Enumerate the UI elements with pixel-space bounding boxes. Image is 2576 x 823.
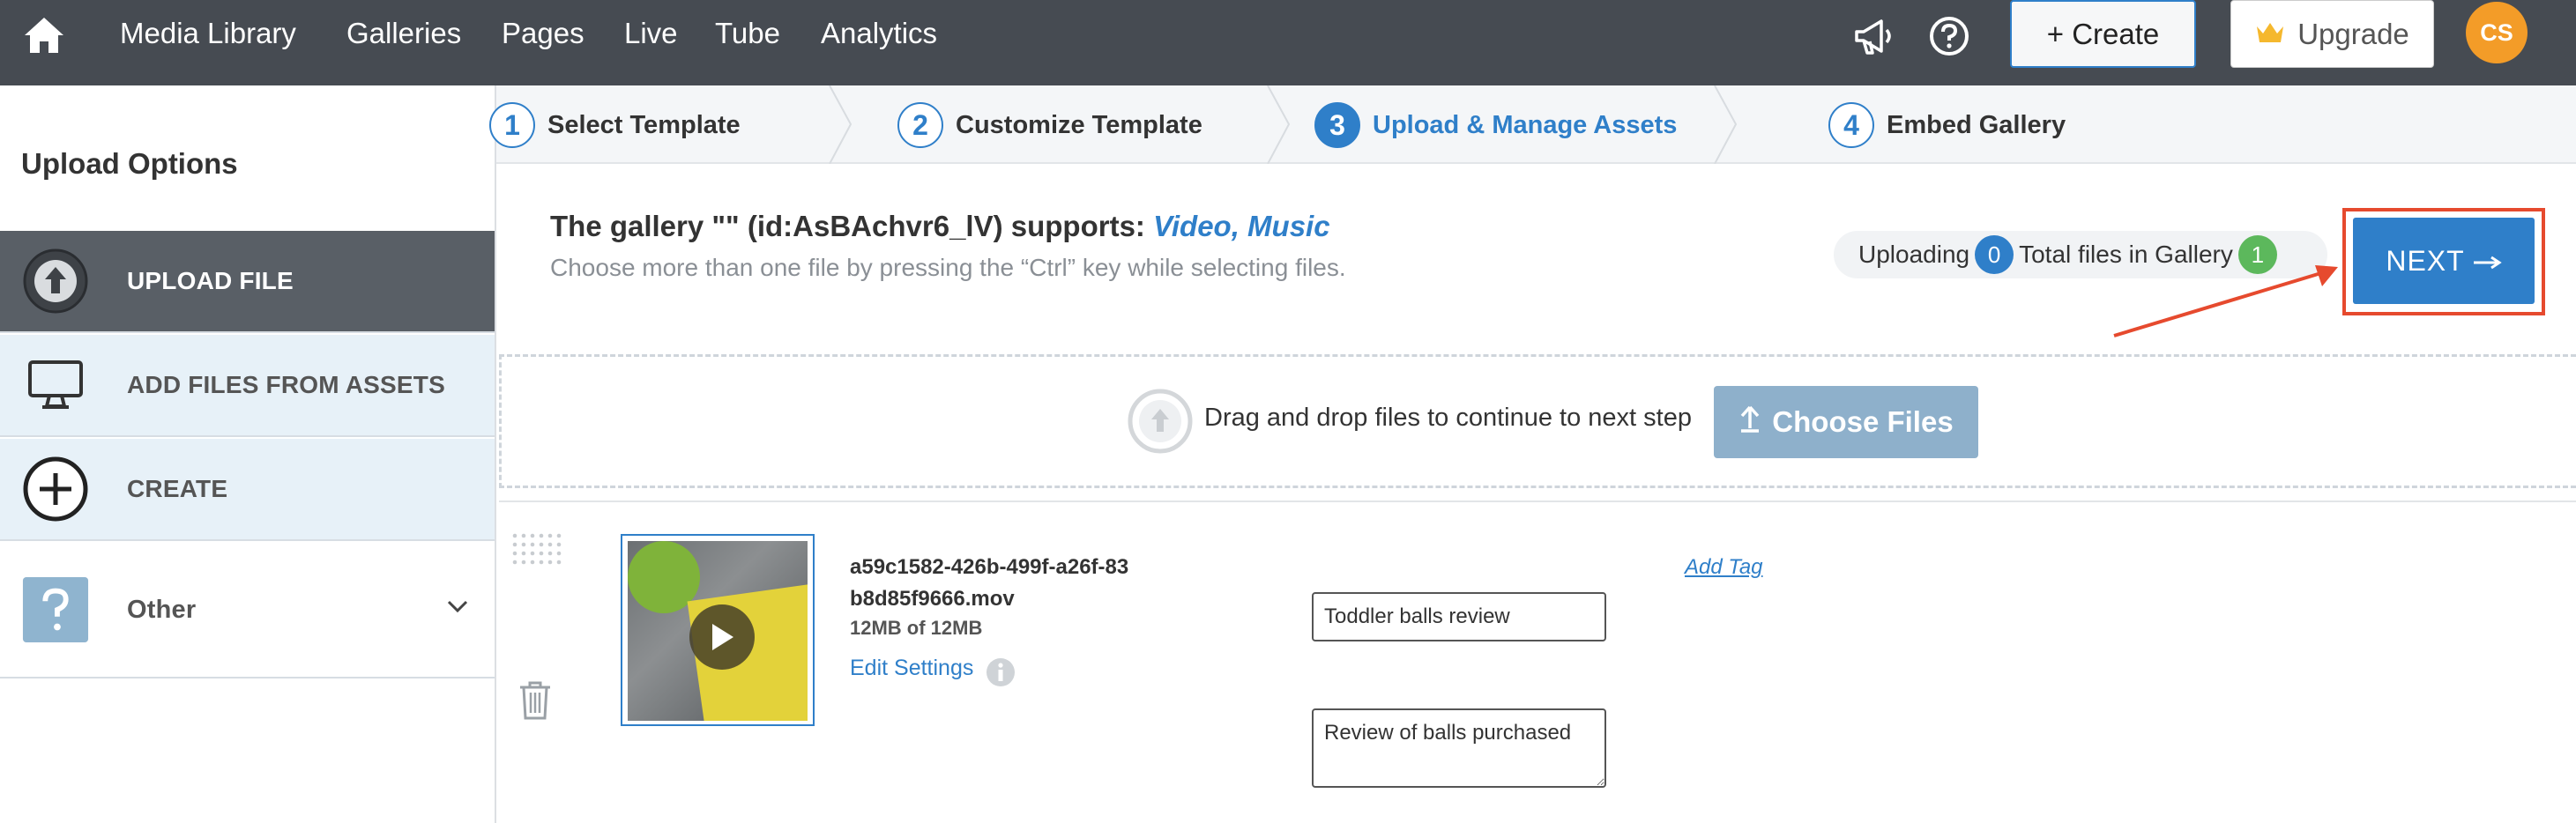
dropzone-text: Drag and drop files to continue to next …	[1204, 404, 1692, 432]
info-icon[interactable]	[986, 657, 1016, 692]
upgrade-button-label: Upgrade	[2297, 17, 2409, 50]
step-number: 3	[1314, 102, 1360, 148]
user-avatar[interactable]: CS	[2466, 2, 2528, 63]
file-title-input[interactable]	[1312, 592, 1606, 641]
sidebar-item-label: CREATE	[127, 475, 228, 502]
drag-handle-icon[interactable]	[511, 532, 566, 579]
nav-media-library[interactable]: Media Library	[120, 16, 296, 51]
upgrade-button[interactable]: Upgrade	[2230, 0, 2434, 68]
sidebar-item-label: UPLOAD FILE	[127, 267, 294, 294]
sidebar-item-other[interactable]: Other	[0, 543, 495, 678]
nav-live[interactable]: Live	[624, 16, 678, 51]
help-icon[interactable]	[1927, 14, 1971, 58]
file-name: a59c1582-426b-499f-a26f-83b8d85f9666.mov	[850, 555, 1129, 611]
supported-types: Video, Music	[1153, 210, 1330, 242]
step-select-template[interactable]: 1 Select Template	[489, 100, 741, 150]
uploading-count-badge: 0	[1975, 235, 2014, 274]
megaphone-icon[interactable]	[1851, 14, 1895, 58]
create-button[interactable]: + Create	[2010, 0, 2196, 68]
nav-pages[interactable]: Pages	[502, 16, 584, 51]
gallery-heading: The gallery "" (id:AsBAchvr6_lV) support…	[550, 210, 1330, 243]
step-number: 2	[897, 102, 943, 148]
next-button-label: NEXT	[2386, 244, 2465, 277]
step-divider	[1714, 85, 1738, 164]
sidebar-item-create[interactable]: CREATE	[0, 439, 495, 541]
choose-files-button[interactable]: Choose Files	[1714, 386, 1978, 458]
trash-icon[interactable]	[518, 680, 552, 725]
step-customize-template[interactable]: 2 Customize Template	[897, 100, 1202, 150]
wizard-steps: 1 Select Template 2 Customize Template 3…	[489, 85, 2576, 164]
step-upload-manage-assets[interactable]: 3 Upload & Manage Assets	[1314, 100, 1677, 150]
arrow-right-icon	[2472, 245, 2502, 278]
step-label: Select Template	[547, 110, 741, 139]
step-number: 4	[1828, 102, 1874, 148]
play-icon[interactable]	[689, 604, 755, 670]
sidebar-item-add-files-from-assets[interactable]: ADD FILES FROM ASSETS	[0, 335, 495, 437]
thumbnail-image	[628, 541, 808, 721]
nav-analytics[interactable]: Analytics	[821, 16, 937, 51]
step-divider	[829, 85, 852, 164]
step-embed-gallery[interactable]: 4 Embed Gallery	[1828, 100, 2066, 150]
gallery-heading-text: The gallery "" (id:AsBAchvr6_lV) support…	[550, 210, 1154, 242]
sidebar-item-upload-file[interactable]: UPLOAD FILE	[0, 231, 495, 333]
file-description-input[interactable]: Review of balls purchased	[1312, 708, 1606, 788]
upload-circle-icon	[1127, 388, 1194, 459]
upload-circle-icon	[21, 247, 90, 315]
step-divider	[1267, 85, 1291, 164]
upload-arrow-icon	[1738, 404, 1761, 441]
next-button[interactable]: NEXT	[2353, 218, 2535, 304]
chevron-down-icon[interactable]	[447, 599, 468, 618]
edit-settings-link[interactable]: Edit Settings	[850, 656, 973, 681]
step-label: Customize Template	[956, 110, 1202, 139]
uploading-label: Uploading	[1858, 241, 1970, 268]
video-thumbnail[interactable]	[621, 534, 815, 726]
monitor-icon	[21, 351, 90, 419]
annotation-arrow	[2113, 265, 2338, 337]
sidebar-title: Upload Options	[21, 147, 238, 180]
step-label: Upload & Manage Assets	[1373, 110, 1678, 139]
gallery-hint: Choose more than one file by pressing th…	[550, 254, 1346, 281]
top-navbar: Media Library Galleries Pages Live Tube …	[0, 0, 2576, 85]
home-icon[interactable]	[21, 12, 67, 58]
create-button-label: + Create	[2046, 17, 2160, 50]
add-tag-link[interactable]: Add Tag	[1685, 555, 1763, 580]
sidebar-item-label: Other	[127, 595, 197, 624]
file-size: 12MB of 12MB	[850, 617, 983, 639]
step-number: 1	[489, 102, 535, 148]
sidebar-item-label: ADD FILES FROM ASSETS	[127, 371, 445, 398]
upload-options-sidebar: Upload Options UPLOAD FILE ADD FILES FRO…	[0, 85, 496, 823]
step-label: Embed Gallery	[1887, 110, 2066, 139]
question-icon	[21, 575, 90, 644]
plus-circle-icon	[21, 455, 90, 523]
nav-galleries[interactable]: Galleries	[346, 16, 461, 51]
nav-tube[interactable]: Tube	[715, 16, 780, 51]
crown-icon	[2255, 18, 2285, 51]
choose-files-label: Choose Files	[1772, 405, 1954, 438]
avatar-initials: CS	[2480, 19, 2513, 46]
